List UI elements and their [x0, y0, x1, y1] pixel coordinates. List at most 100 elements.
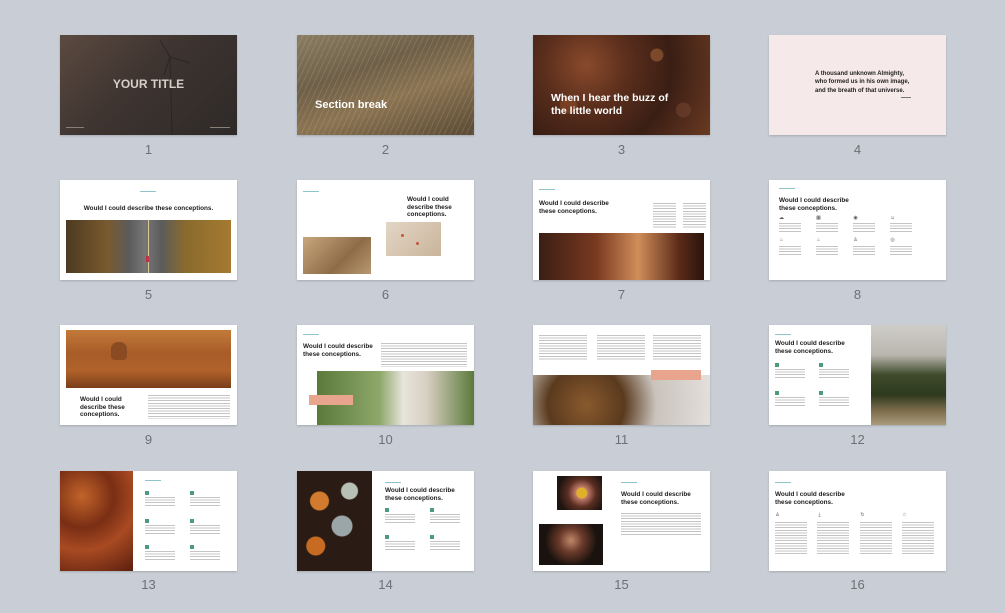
slide-number-9: 9 [144, 432, 153, 447]
bullet-marker [145, 519, 149, 523]
grass-texture [297, 35, 474, 135]
item-text-2 [190, 497, 220, 507]
slide-tag [775, 482, 791, 483]
slide-thumbnail-12[interactable]: Would I could describe these conceptions… [769, 325, 946, 425]
pumpkins-image [297, 471, 372, 571]
slide-thumbnail-10[interactable]: Would I could describe these conceptions… [297, 325, 474, 425]
bullet-marker [145, 545, 149, 549]
body-text-col-2 [597, 335, 645, 361]
chart-icon: ▦ [816, 215, 821, 221]
bullet-marker [190, 545, 194, 549]
slide-tag [621, 482, 637, 483]
slide-thumbnail-9[interactable]: Would I could describe these conceptions… [60, 325, 237, 425]
column-text-2 [817, 522, 849, 556]
globe-icon: ◎ [890, 237, 895, 243]
slide-thumbnail-2[interactable]: Section break [297, 35, 474, 135]
bullet-marker [190, 519, 194, 523]
slide-number-5: 5 [144, 287, 153, 302]
feature-text-1 [779, 223, 801, 233]
slide-tag [539, 189, 555, 190]
lock-icon: ⌂ [779, 237, 784, 243]
body-text [381, 343, 467, 367]
feature-text-8 [890, 246, 912, 256]
slide-heading: Would I could describe these conceptions… [407, 196, 452, 219]
callout-box [651, 370, 701, 380]
slide-thumbnail-3[interactable]: When I hear the buzz of the little world [533, 35, 710, 135]
slide-thumbnail-1[interactable]: YOUR TITLE [60, 35, 237, 135]
footer-left [66, 127, 84, 128]
item-text-4 [819, 397, 849, 407]
slide-thumbnail-8[interactable]: Would I could describe these conceptions… [769, 180, 946, 280]
slide-number-4: 4 [853, 142, 862, 157]
slide-number-3: 3 [617, 142, 626, 157]
quote-attribution [901, 97, 911, 98]
bullet-marker [819, 391, 823, 395]
slide-thumbnail-7[interactable]: Would I could describe these conceptions… [533, 180, 710, 280]
slide-number-15: 15 [614, 577, 629, 592]
slide-tag [775, 334, 791, 335]
slide-thumbnail-15[interactable]: Would I could describe these conceptions… [533, 471, 710, 571]
slide-title: Section break [315, 99, 388, 111]
bullet-marker [775, 363, 779, 367]
column-text-1 [775, 522, 807, 556]
slide-sorter-view: { "colors": {"background": "#c9ced6", "a… [0, 0, 1005, 613]
slide-heading: Would I could describe these conceptions… [303, 343, 373, 358]
item-text-3 [385, 541, 415, 551]
cloud-icon: ☁ [779, 215, 784, 221]
slide-number-14: 14 [378, 577, 393, 592]
star-icon: ☆ [902, 512, 907, 518]
bullet-marker [145, 491, 149, 495]
body-text [148, 395, 230, 419]
feature-text-6 [816, 246, 838, 256]
leaves-texture [533, 35, 710, 135]
body-text-col-1 [653, 203, 676, 229]
bullet-marker [775, 391, 779, 395]
bullet-marker [430, 535, 434, 539]
slide-heading: Would I could describe these conceptions… [621, 491, 691, 506]
item-text-3 [145, 525, 175, 535]
field-image-left [303, 237, 371, 274]
item-text-1 [775, 369, 805, 379]
feature-text-7 [853, 246, 875, 256]
dog-in-field-image [66, 330, 231, 388]
slide-thumbnail-5[interactable]: Would I could describe these conceptions… [60, 180, 237, 280]
slide-heading: Would I could describe these conceptions… [775, 340, 845, 355]
item-text-1 [145, 497, 175, 507]
bullet-marker [190, 491, 194, 495]
item-text-4 [430, 541, 460, 551]
feature-text-3 [853, 223, 875, 233]
slide-thumbnail-4[interactable]: A thousand unknown Almighty, who formed … [769, 35, 946, 135]
slide-thumbnail-6[interactable]: Would I could describe these conceptions… [297, 180, 474, 280]
slide-heading: Would I could describe these conceptions… [539, 200, 609, 215]
autumn-leaves-image [60, 471, 133, 571]
slide-tag [303, 334, 319, 335]
people-icon: ♙ [775, 512, 780, 518]
body-text-col-1 [539, 335, 587, 361]
slide-thumbnail-16[interactable]: Would I could describe these conceptions… [769, 471, 946, 571]
slide-number-8: 8 [853, 287, 862, 302]
flowers-image-right [386, 222, 441, 256]
slide-thumbnail-11[interactable] [533, 325, 710, 425]
flower-image-bottom [539, 524, 603, 565]
footer-right [210, 127, 230, 128]
bullet-marker [385, 508, 389, 512]
slide-number-6: 6 [381, 287, 390, 302]
user-icon: ☺ [890, 215, 896, 221]
slide-number-2: 2 [381, 142, 390, 157]
home-icon: ⌂ [816, 237, 821, 243]
body-text-col-2 [683, 203, 706, 229]
item-text-1 [385, 514, 415, 524]
slide-tag [145, 480, 161, 481]
road-image [66, 220, 231, 273]
slide-thumbnail-13[interactable] [60, 471, 237, 571]
bullet-marker [385, 535, 389, 539]
slide-thumbnail-14[interactable]: Would I could describe these conceptions… [297, 471, 474, 571]
item-text-3 [775, 397, 805, 407]
slide-tag [385, 482, 401, 483]
slide-heading: Would I could describe these conceptions… [83, 205, 214, 212]
body-text [621, 513, 701, 535]
slide-tag [303, 191, 319, 192]
feature-text-5 [779, 246, 801, 256]
slide-heading: Would I could describe these conceptions… [779, 197, 849, 212]
dried-flower-image [533, 375, 710, 425]
